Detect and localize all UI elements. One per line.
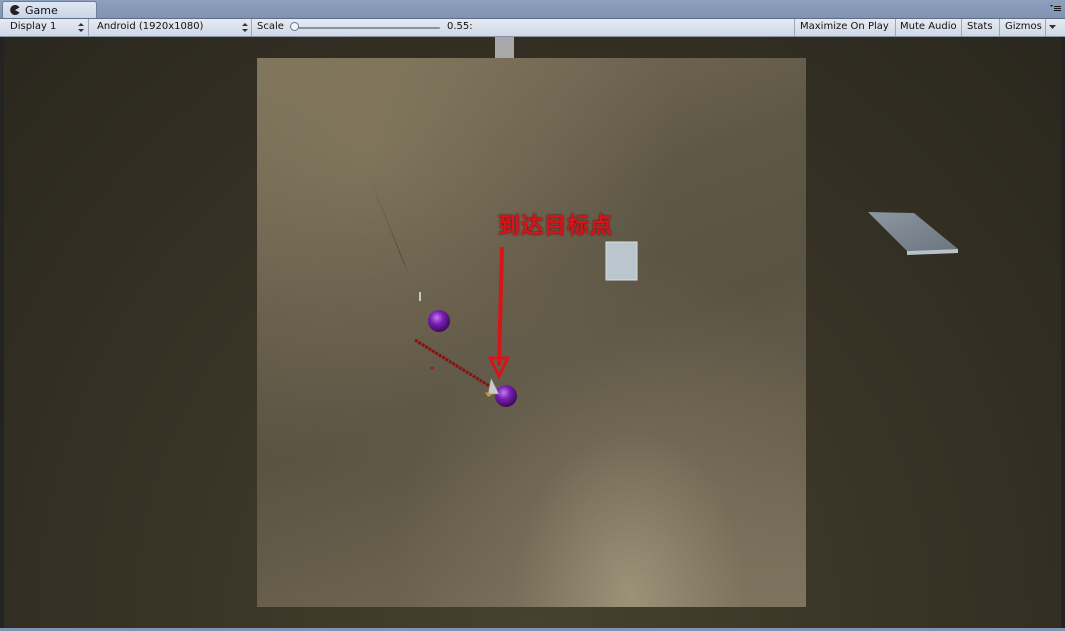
maximize-on-play-label: Maximize On Play (800, 21, 889, 32)
maximize-on-play-button[interactable]: Maximize On Play (796, 19, 896, 36)
pillar-object (495, 37, 514, 58)
annotation-label: 到达目标点 (498, 214, 614, 239)
mute-audio-button[interactable]: Mute Audio (896, 19, 962, 36)
scale-value: 0.55: (447, 21, 473, 32)
scale-slider-thumb[interactable] (290, 22, 299, 31)
game-viewport[interactable]: 到达目标点 (4, 37, 1061, 628)
platform-object (868, 212, 958, 251)
resolution-dropdown[interactable]: Android (1920x1080) (91, 19, 252, 36)
stats-label: Stats (967, 21, 993, 32)
white-cube (605, 241, 638, 281)
mute-audio-label: Mute Audio (900, 21, 957, 32)
chevron-down-icon (1049, 25, 1056, 29)
tab-bar: Game (0, 0, 1065, 19)
gizmos-button[interactable]: Gizmos (1000, 19, 1046, 36)
scale-label: Scale (257, 21, 284, 32)
purple-sphere-target (495, 385, 517, 407)
resolution-label: Android (1920x1080) (97, 21, 204, 32)
display-dropdown[interactable]: Display 1 (4, 19, 89, 36)
updown-arrows-icon (78, 23, 84, 32)
object-shadow (368, 173, 409, 275)
path-point (430, 366, 434, 370)
path-line (414, 338, 492, 389)
game-toolbar: Display 1 Android (1920x1080) Scale 0.55… (0, 19, 1065, 37)
agent-object (487, 377, 500, 395)
gizmos-label: Gizmos (1005, 21, 1042, 32)
scale-slider-track[interactable] (292, 27, 440, 29)
display-label: Display 1 (10, 21, 57, 32)
scene-objects (368, 37, 958, 407)
small-marker (419, 292, 421, 301)
stats-button[interactable]: Stats (962, 19, 1000, 36)
purple-sphere (428, 310, 450, 332)
tab-label: Game (25, 4, 58, 17)
tab-game[interactable]: Game (2, 1, 97, 18)
gizmos-dropdown[interactable] (1046, 19, 1060, 36)
annotation-arrow (497, 246, 504, 367)
game-tab-icon (10, 5, 20, 15)
menu-icon[interactable] (1049, 3, 1061, 15)
updown-arrows-icon (242, 23, 248, 32)
